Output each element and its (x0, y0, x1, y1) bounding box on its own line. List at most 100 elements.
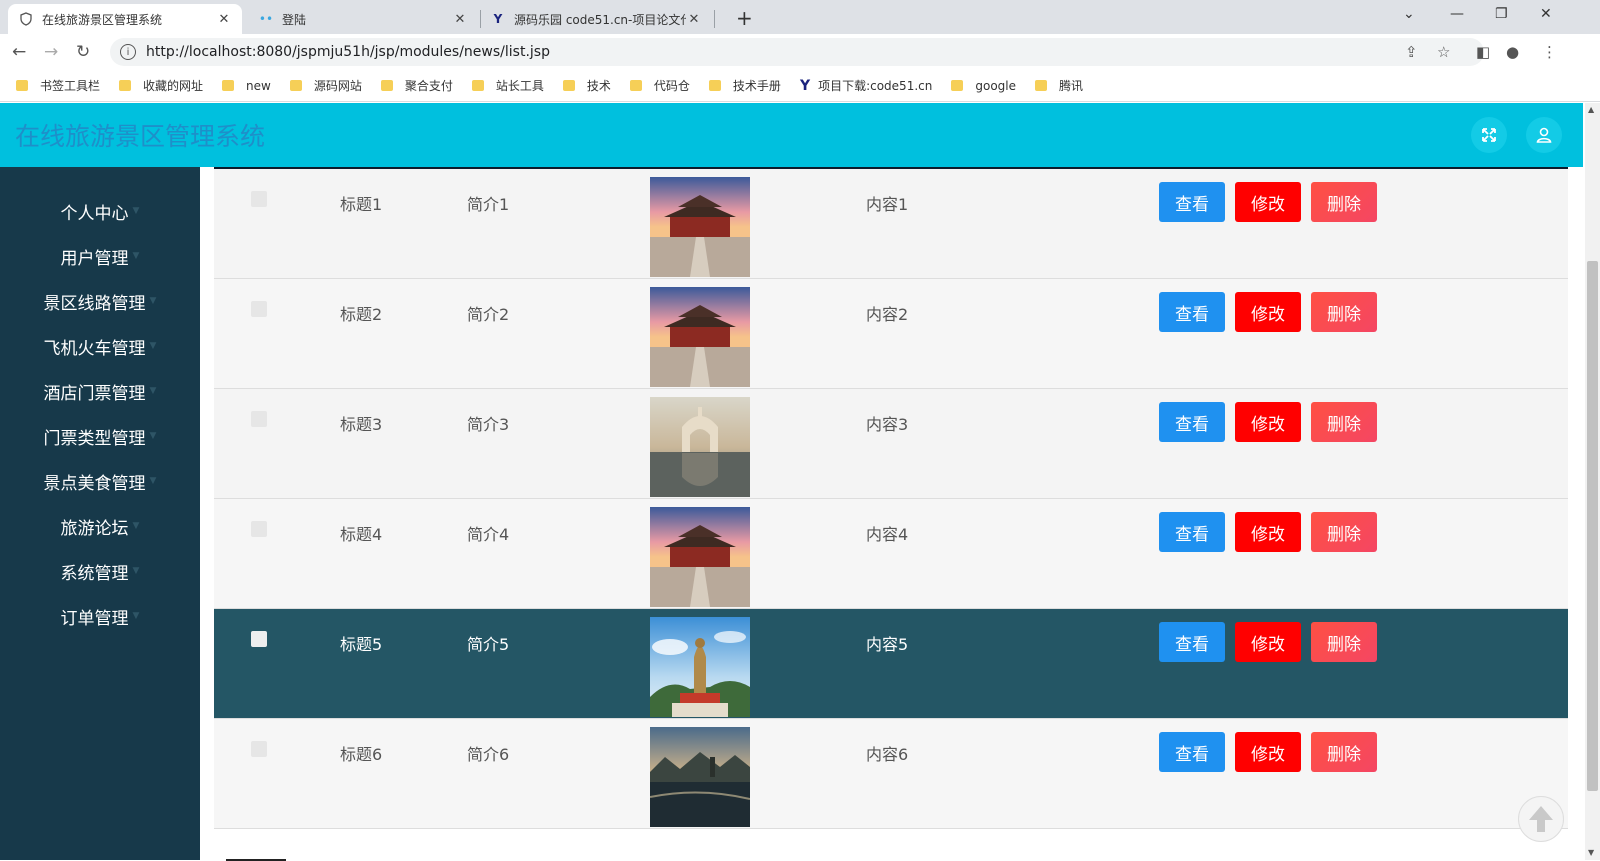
shield-icon (18, 11, 34, 27)
delete-button[interactable]: 删除 (1311, 622, 1377, 662)
bookmark-item[interactable]: google (951, 79, 1016, 93)
fullscreen-icon[interactable] (1471, 117, 1507, 153)
browser-tab-code51[interactable]: Y 源码乐园 code51.cn-项目论文代 ✕ (480, 4, 712, 34)
delete-button[interactable]: 删除 (1311, 182, 1377, 222)
bookmark-item[interactable]: Y 项目下载:code51.cn (800, 77, 932, 94)
sidebar-item-system-management[interactable]: 系统管理 ▼ (0, 556, 200, 586)
view-button[interactable]: 查看 (1159, 292, 1225, 332)
app-header: 在线旅游景区管理系统 (0, 103, 1583, 167)
close-icon[interactable]: ✕ (452, 12, 468, 27)
bookmark-item[interactable]: 技术 (562, 77, 611, 94)
restore-icon[interactable]: ❐ (1495, 6, 1508, 22)
row-checkbox[interactable] (251, 411, 267, 427)
delete-button[interactable]: 删除 (1311, 732, 1377, 772)
edit-button[interactable]: 修改 (1235, 182, 1301, 222)
lake-image (650, 727, 750, 827)
cell-intro: 简介1 (467, 195, 510, 214)
caret-down-icon: ▼ (149, 341, 157, 351)
bookmark-item[interactable]: 站长工具 (471, 77, 544, 94)
close-icon[interactable]: ✕ (216, 12, 232, 27)
delete-button[interactable]: 删除 (1311, 512, 1377, 552)
user-icon[interactable] (1526, 117, 1562, 153)
sidebar-item-food-management[interactable]: 景点美食管理 ▼ (0, 466, 200, 496)
address-bar: ← → ↻ i http://localhost:8080/jspmju51h/… (0, 34, 1600, 70)
edit-button[interactable]: 修改 (1235, 512, 1301, 552)
cell-content: 内容6 (866, 745, 909, 764)
table-row[interactable]: 标题3 简介3 内容3 查看 修改 删除 (214, 389, 1568, 499)
minimize-icon[interactable]: — (1450, 6, 1464, 22)
view-button[interactable]: 查看 (1159, 512, 1225, 552)
row-checkbox[interactable] (251, 741, 267, 757)
scroll-up-arrow-icon[interactable]: ▲ (1588, 105, 1594, 114)
sidebar-item-route-management[interactable]: 景区线路管理 ▼ (0, 286, 200, 316)
browser-tab-login[interactable]: •• 登陆 ✕ (248, 4, 478, 34)
bookmark-item[interactable]: 源码网站 (289, 77, 362, 94)
bookmark-item[interactable]: new (222, 79, 271, 93)
y-logo-icon: Y (493, 12, 503, 26)
view-button[interactable]: 查看 (1159, 402, 1225, 442)
sidebar-item-ticket-type-management[interactable]: 门票类型管理 ▼ (0, 421, 200, 451)
forward-icon[interactable]: → (44, 42, 58, 62)
sidebar-item-transport-management[interactable]: 飞机火车管理 ▼ (0, 331, 200, 361)
menu-icon[interactable]: ⋮ (1542, 43, 1557, 61)
profile-icon[interactable]: ● (1506, 43, 1519, 61)
edit-button[interactable]: 修改 (1235, 732, 1301, 772)
scrollbar-thumb[interactable] (1587, 261, 1598, 791)
sidebar-item-order-management[interactable]: 订单管理 ▼ (0, 601, 200, 631)
caret-down-icon: ▼ (132, 566, 140, 576)
sidebar-item-user-management[interactable]: 用户管理 ▼ (0, 241, 200, 271)
view-button[interactable]: 查看 (1159, 182, 1225, 222)
cell-intro: 简介6 (467, 745, 510, 764)
back-to-top-button[interactable] (1518, 796, 1564, 842)
new-tab-icon[interactable]: + (736, 6, 753, 30)
back-icon[interactable]: ← (12, 42, 26, 62)
folder-icon (1035, 80, 1047, 91)
bookmark-item[interactable]: 技术手册 (708, 77, 781, 94)
window-close-icon[interactable]: ✕ (1540, 6, 1552, 22)
info-icon[interactable]: i (120, 44, 136, 60)
bookmark-item[interactable]: 收藏的网址 (119, 77, 203, 94)
tab-label: 源码乐园 code51.cn-项目论文代 (514, 12, 686, 27)
folder-icon (380, 80, 393, 91)
view-button[interactable]: 查看 (1159, 732, 1225, 772)
bookmark-item[interactable]: 聚合支付 (380, 77, 453, 94)
table-row[interactable]: 标题4 简介4 内容4 查看 修改 删除 (214, 499, 1568, 609)
row-checkbox[interactable] (251, 631, 267, 647)
delete-button[interactable]: 删除 (1311, 402, 1377, 442)
table-row-selected[interactable]: 标题5 简介5 内容5 查看 修改 删除 (214, 609, 1568, 719)
edit-button[interactable]: 修改 (1235, 292, 1301, 332)
bookmark-item[interactable]: 腾讯 (1035, 77, 1083, 94)
url-input[interactable]: i http://localhost:8080/jspmju51h/jsp/mo… (110, 38, 1484, 66)
sidebar-item-travel-forum[interactable]: 旅游论坛 ▼ (0, 511, 200, 541)
table-row[interactable]: 标题2 简介2 内容2 查看 修改 删除 (214, 279, 1568, 389)
edit-button[interactable]: 修改 (1235, 622, 1301, 662)
close-icon[interactable]: ✕ (686, 12, 702, 27)
bookmarks-bar: 书签工具栏 收藏的网址 new 源码网站 聚合支付 站长工具 技术 代码仓 技术… (0, 70, 1600, 102)
cell-content: 内容2 (866, 305, 909, 324)
star-icon[interactable]: ☆ (1437, 43, 1450, 61)
tab-label: 登陆 (282, 12, 307, 27)
view-button[interactable]: 查看 (1159, 622, 1225, 662)
reload-icon[interactable]: ↻ (76, 42, 90, 62)
sidebar-item-personal-center[interactable]: 个人中心 ▼ (0, 196, 200, 226)
bookmark-item[interactable]: 代码仓 (629, 77, 690, 94)
sidebar-item-hotel-ticket-management[interactable]: 酒店门票管理 ▼ (0, 376, 200, 406)
table-row[interactable]: 标题6 简介6 内容6 查看 修改 删除 (214, 719, 1568, 829)
browser-tab-active[interactable]: 在线旅游景区管理系统 ✕ (8, 4, 242, 34)
sidebar: 个人中心 ▼ 用户管理 ▼ 景区线路管理 ▼ 飞机火车管理 ▼ 酒店门票管理 ▼ 门票类型… (0, 167, 200, 860)
caret-down-icon: ▼ (132, 206, 140, 216)
page-scrollbar[interactable]: ▲ ▼ (1585, 103, 1600, 860)
share-icon[interactable]: ⇪ (1405, 43, 1418, 61)
row-checkbox[interactable] (251, 301, 267, 317)
edit-button[interactable]: 修改 (1235, 402, 1301, 442)
bookmark-item[interactable]: 书签工具栏 (16, 77, 100, 94)
row-checkbox[interactable] (251, 521, 267, 537)
table-row[interactable]: 标题1 简介1 内容1 查看 修改 删除 (214, 169, 1568, 279)
y-logo-icon: Y (799, 77, 811, 94)
tab-search-icon[interactable]: ⌄ (1403, 6, 1415, 22)
delete-button[interactable]: 删除 (1311, 292, 1377, 332)
palace-image (650, 507, 750, 607)
sidepanel-icon[interactable]: ◧ (1476, 43, 1490, 61)
scroll-down-arrow-icon[interactable]: ▼ (1588, 848, 1594, 857)
row-checkbox[interactable] (251, 191, 267, 207)
